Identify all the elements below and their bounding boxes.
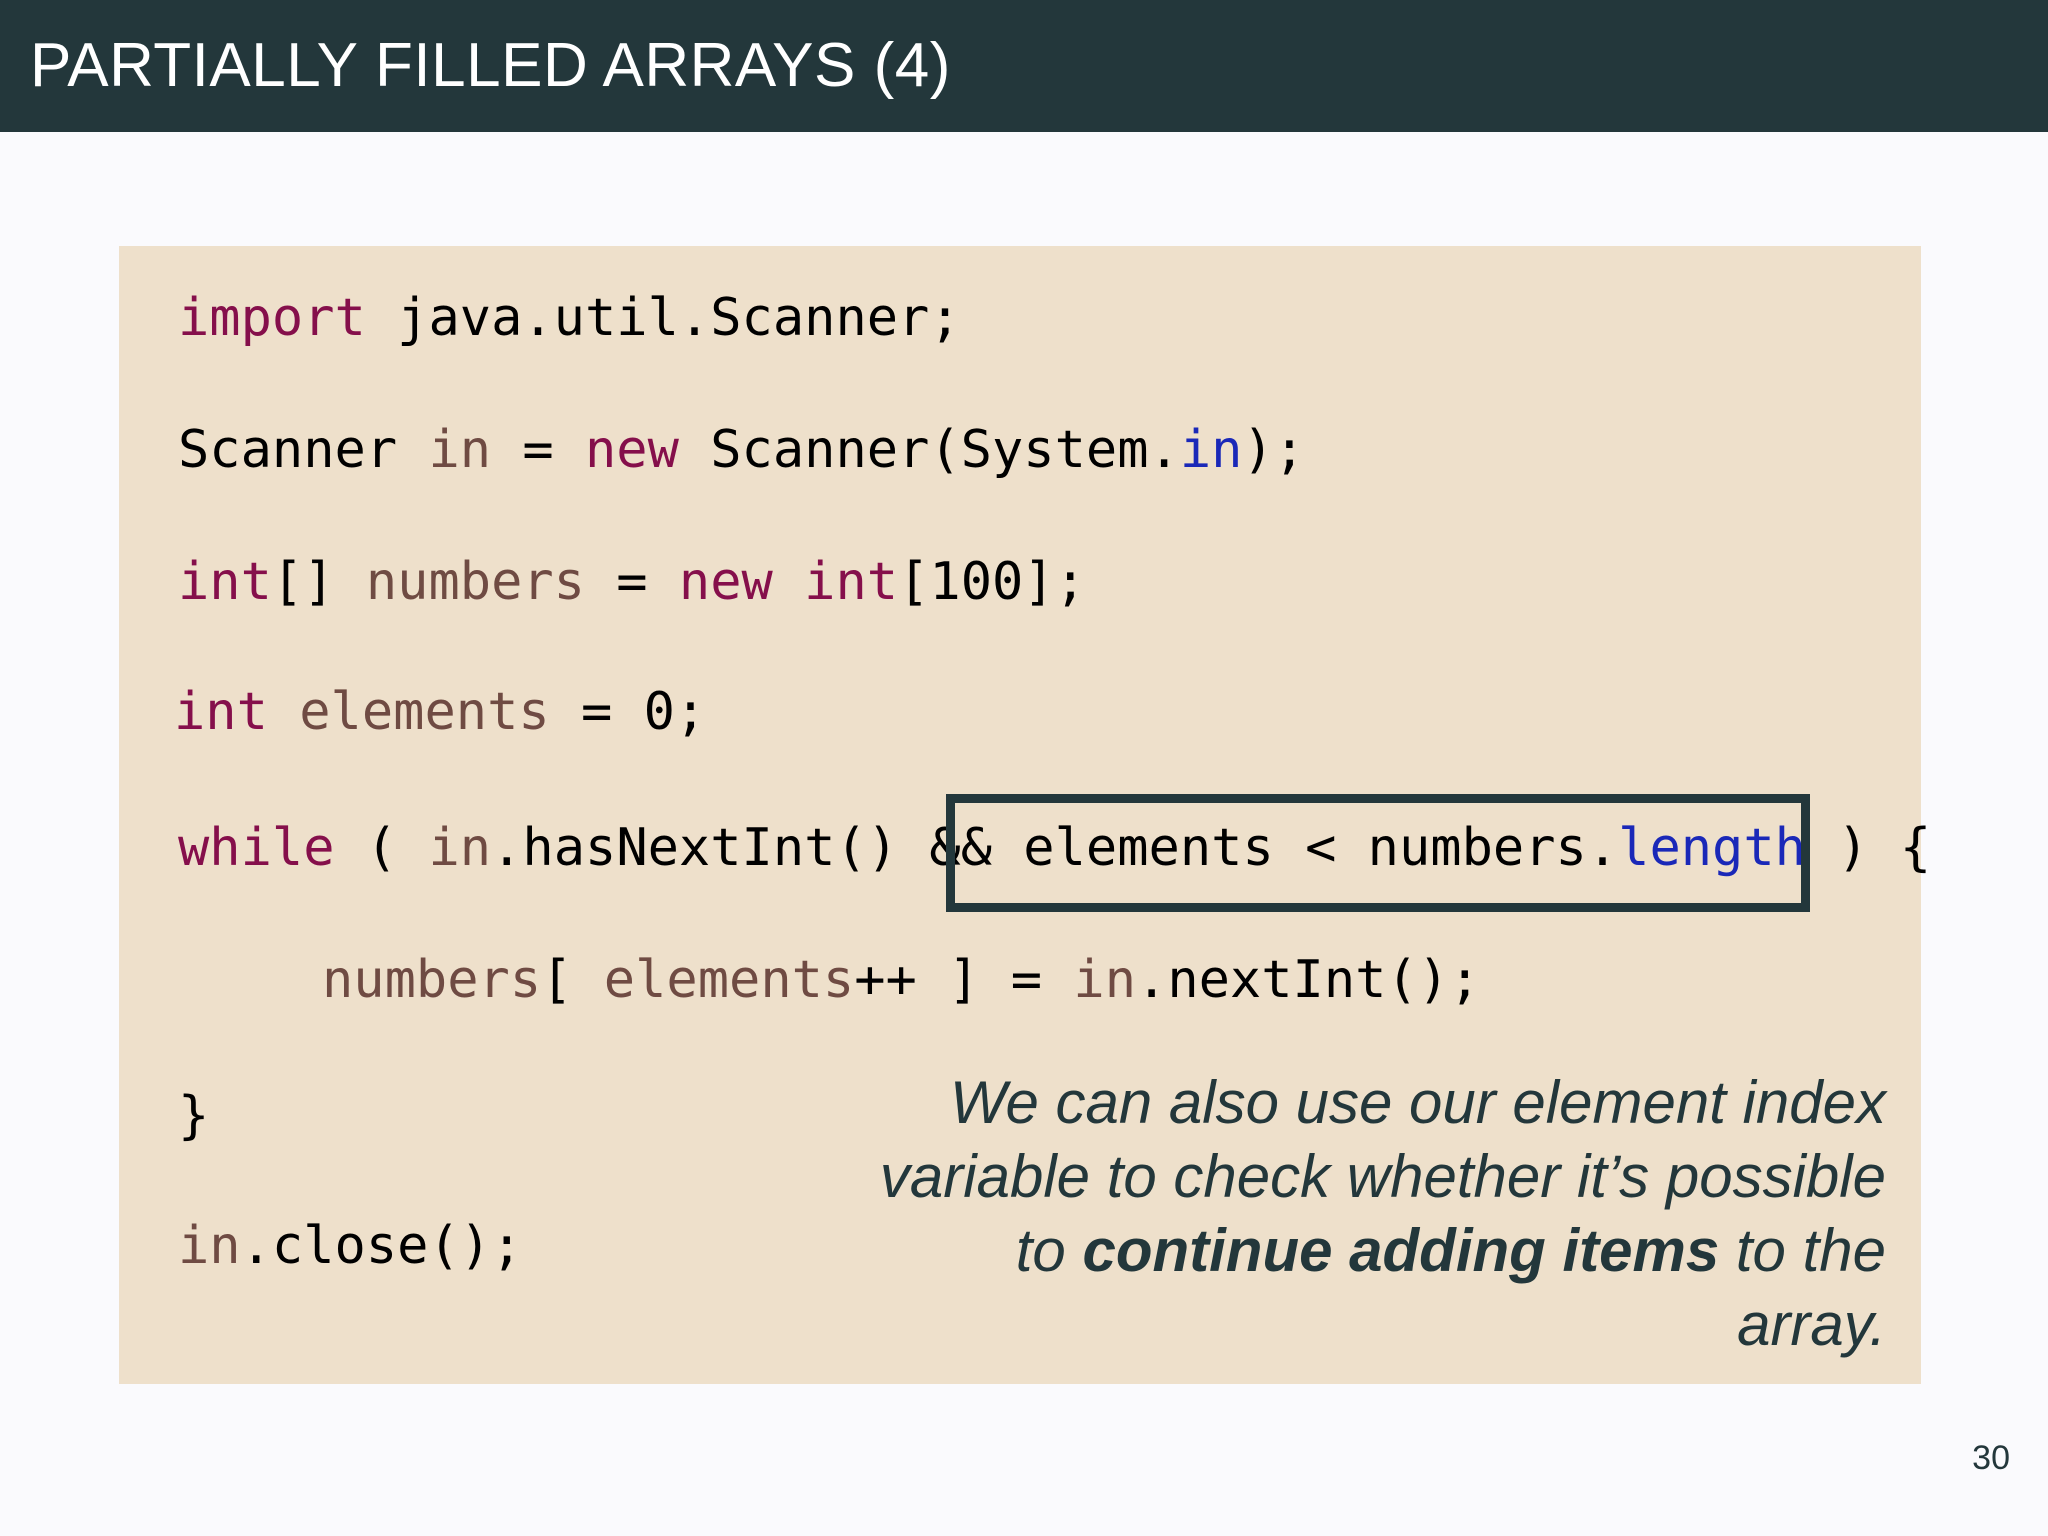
variable: in: [428, 818, 492, 878]
keyword: int: [178, 552, 272, 612]
code-text: java.util.Scanner;: [365, 288, 961, 348]
keyword: new: [678, 552, 773, 612]
highlight-box: [946, 794, 1810, 912]
code-block: import java.util.Scanner; Scanner in = n…: [119, 246, 1931, 1384]
keyword: while: [178, 818, 335, 878]
code-text: ++ ] =: [854, 950, 1074, 1010]
code-text: []: [271, 552, 366, 612]
code-text: );: [1242, 420, 1306, 480]
code-line-loop-body: numbers[ elements++ ] = in.nextInt();: [322, 948, 1480, 1012]
code-text: .close();: [240, 1216, 523, 1276]
keyword: int: [804, 552, 899, 612]
variable: elements: [603, 950, 855, 1010]
keyword: int: [174, 682, 268, 742]
code-line-elements: int elements = 0;: [174, 680, 706, 744]
field: in: [1179, 420, 1243, 480]
code-text: }: [178, 1086, 210, 1146]
note-emphasis: continue adding items: [1082, 1217, 1720, 1284]
code-text: =: [585, 552, 679, 612]
annotation-note: We can also use our element index variab…: [866, 1066, 1886, 1362]
code-line-close: in.close();: [178, 1214, 522, 1278]
keyword: new: [585, 420, 679, 480]
code-text: [: [541, 950, 604, 1010]
variable: in: [178, 1216, 241, 1276]
code-line-import: import java.util.Scanner;: [178, 286, 961, 350]
code-text: .nextInt();: [1136, 950, 1481, 1010]
code-line-numbers: int[] numbers = new int[100];: [178, 550, 1086, 614]
code-text: [100];: [898, 552, 1086, 612]
title-bar: PARTIALLY FILLED ARRAYS (4): [0, 0, 2048, 132]
page-number: 30: [1972, 1439, 2010, 1477]
variable: in: [1073, 950, 1137, 1010]
variable: numbers: [322, 950, 542, 1010]
keyword: import: [178, 288, 366, 348]
code-line-close-brace: }: [178, 1084, 209, 1148]
code-text: Scanner(System.: [678, 420, 1180, 480]
note-text: to the array.: [1719, 1217, 1886, 1358]
code-line-scanner: Scanner in = new Scanner(System.in);: [178, 418, 1305, 482]
code-text: ) {: [1805, 818, 1932, 878]
variable: in: [428, 420, 492, 480]
slide-title: PARTIALLY FILLED ARRAYS (4): [30, 31, 951, 100]
code-text: Scanner: [178, 420, 429, 480]
code-text: (: [334, 818, 429, 878]
variable: numbers: [365, 552, 585, 612]
variable: elements: [299, 682, 550, 742]
code-text: = 0;: [549, 682, 707, 742]
code-text: =: [491, 420, 585, 480]
